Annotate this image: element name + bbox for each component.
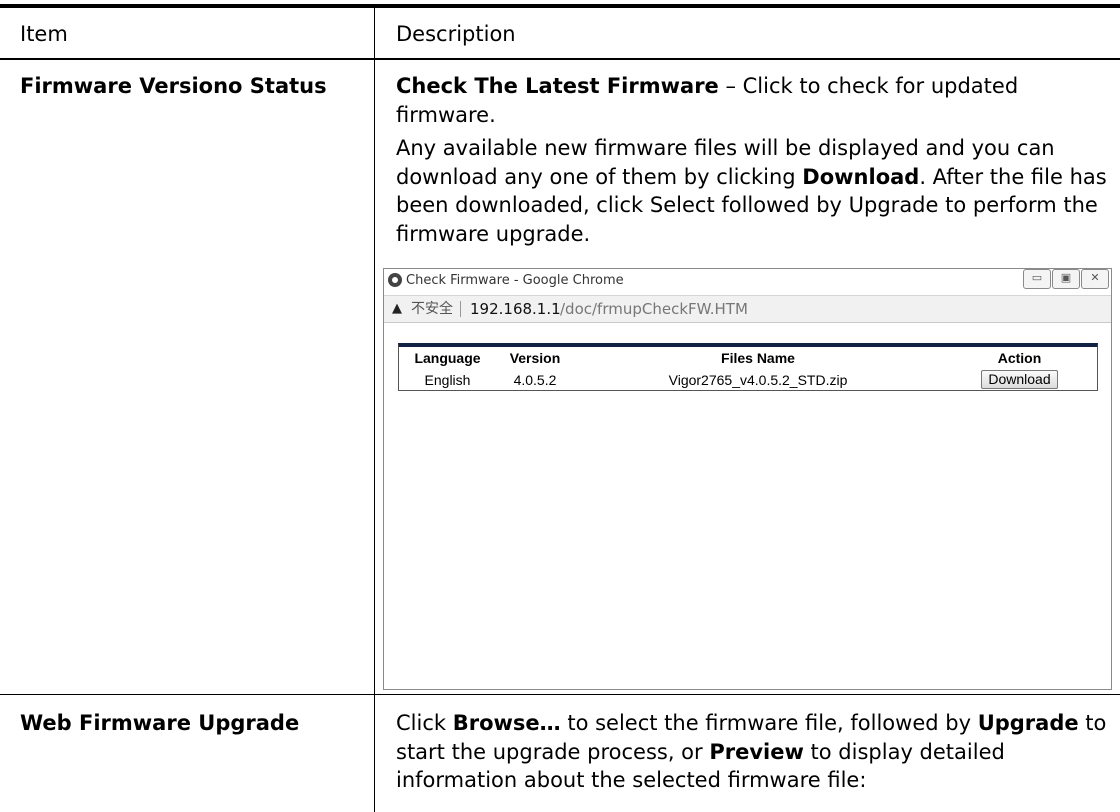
chrome-icon bbox=[388, 273, 402, 287]
window-controls: ▭ ▣ ✕ bbox=[1022, 269, 1109, 289]
preview-term: Preview bbox=[709, 739, 804, 764]
insecure-label: 不安全 bbox=[411, 301, 453, 317]
row1-description-p1: Check The Latest Firmware – Click to che… bbox=[396, 72, 1108, 129]
desc-text-a: Click bbox=[396, 711, 453, 735]
browse-term: Browse… bbox=[452, 711, 561, 735]
address-separator bbox=[460, 301, 461, 317]
check-latest-firmware-label: Check The Latest Firmware bbox=[396, 74, 719, 98]
download-term: Download bbox=[802, 164, 920, 189]
minimize-icon[interactable]: ▭ bbox=[1023, 269, 1051, 289]
warning-icon: ▲ bbox=[392, 301, 402, 316]
cell-action: Download bbox=[942, 370, 1097, 389]
row1-description-p2: Any available new firmware files will be… bbox=[396, 134, 1108, 248]
col-files-name: Files Name bbox=[721, 350, 795, 366]
check-firmware-window: Check Firmware - Google Chrome ▭ ▣ ✕ ▲ 不… bbox=[383, 268, 1112, 690]
download-button[interactable]: Download bbox=[981, 370, 1058, 389]
maximize-icon[interactable]: ▣ bbox=[1052, 269, 1080, 289]
close-icon[interactable]: ✕ bbox=[1081, 269, 1109, 289]
url-host: 192.168.1.1 bbox=[470, 300, 561, 318]
header-item: Item bbox=[20, 22, 68, 46]
table-header-rule bbox=[0, 58, 1120, 60]
table-top-rule bbox=[0, 4, 1120, 8]
firmware-table-header: Language Version Files Name Action bbox=[399, 347, 1097, 369]
col-language: Language bbox=[414, 350, 481, 366]
col-version: Version bbox=[509, 350, 561, 366]
col-action: Action bbox=[997, 350, 1042, 366]
table-row: English 4.0.5.2 Vigor2765_v4.0.5.2_STD.z… bbox=[399, 369, 1097, 390]
table-column-divider bbox=[374, 8, 375, 812]
desc-text-c: to select the firmware file, followed by bbox=[560, 711, 978, 735]
table-row-divider bbox=[0, 694, 1120, 695]
window-title: Check Firmware - Google Chrome bbox=[406, 273, 624, 288]
firmware-table: Language Version Files Name Action Engli… bbox=[398, 343, 1098, 391]
cell-language: English bbox=[424, 371, 471, 388]
row2-description: Click Browse… to select the firmware fil… bbox=[396, 709, 1108, 795]
cell-version: 4.0.5.2 bbox=[513, 371, 557, 388]
header-description: Description bbox=[396, 22, 516, 46]
upgrade-term: Upgrade bbox=[977, 711, 1079, 735]
cell-file-name: Vigor2765_v4.0.5.2_STD.zip bbox=[668, 371, 848, 388]
window-titlebar: Check Firmware - Google Chrome ▭ ▣ ✕ bbox=[384, 269, 1111, 295]
row-item-firmware-status: Firmware Versiono Status bbox=[20, 74, 327, 98]
row-item-web-upgrade: Web Firmware Upgrade bbox=[20, 711, 300, 735]
document-page: Item Description Firmware Versiono Statu… bbox=[0, 0, 1120, 812]
address-bar[interactable]: ▲ 不安全 192.168.1.1 /doc/frmupCheckFW.HTM bbox=[384, 295, 1111, 323]
url-path: /doc/frmupCheckFW.HTM bbox=[560, 300, 748, 318]
